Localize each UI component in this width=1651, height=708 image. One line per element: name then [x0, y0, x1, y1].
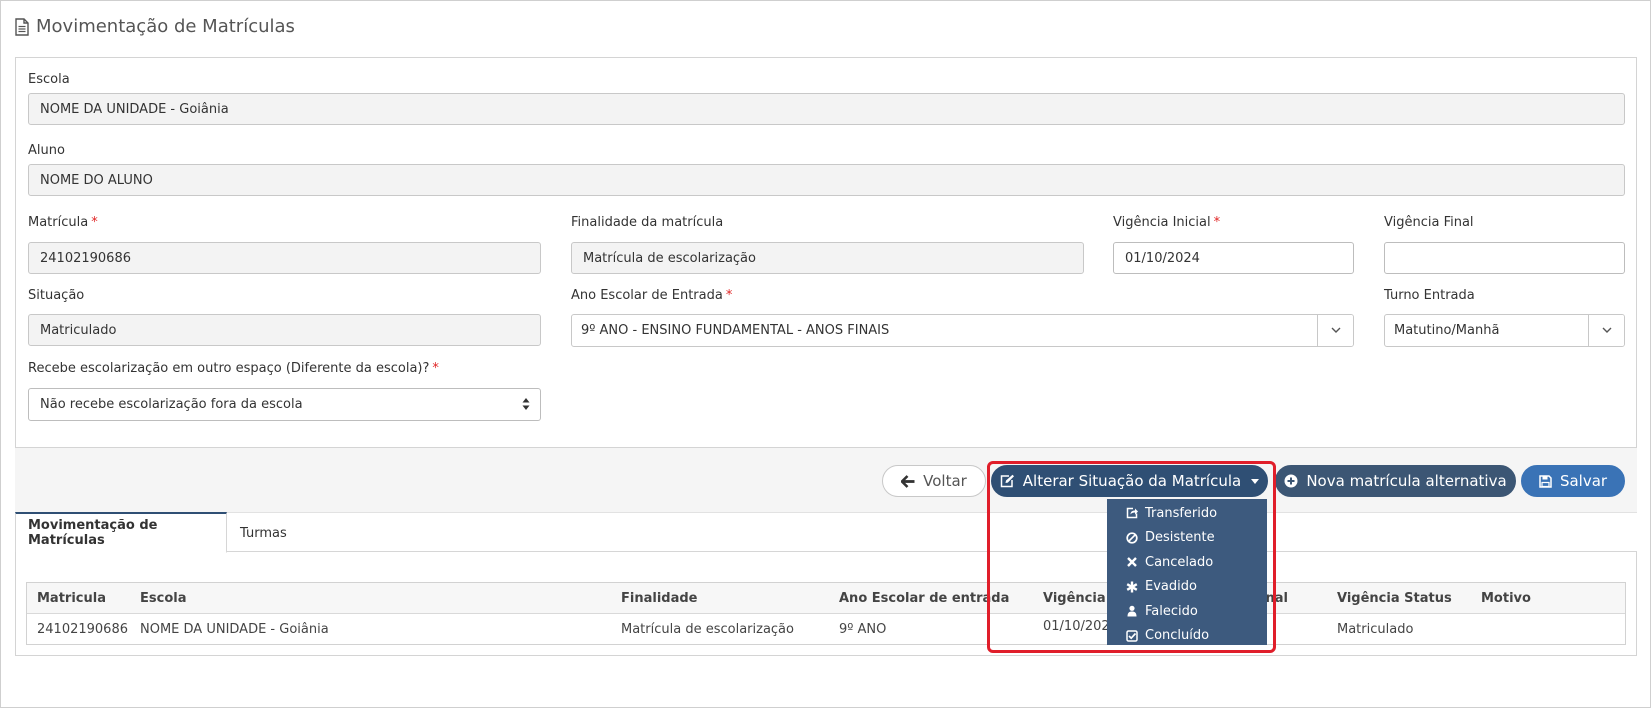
th-ano-escolar: Ano Escolar de entrada — [839, 591, 1010, 606]
menu-item-falecido[interactable]: Falecido — [1107, 599, 1267, 624]
menu-item-concluido[interactable]: Concluído — [1107, 624, 1267, 649]
outro-espaco-select[interactable]: Não recebe escolarização fora da escola — [28, 388, 541, 421]
times-icon — [1127, 557, 1137, 568]
plus-circle-icon — [1284, 474, 1298, 488]
tab-movimentacao[interactable]: Movimentação de Matrículas — [15, 512, 227, 553]
th-matricula: Matricula — [37, 591, 106, 606]
aluno-label: Aluno — [28, 143, 65, 158]
user-icon — [1127, 605, 1137, 617]
vigencia-inicial-label: Vigência Inicial * — [1113, 215, 1221, 230]
finalidade-label: Finalidade da matrícula — [571, 215, 724, 230]
matricula-label: Matrícula * — [28, 215, 98, 230]
matriculas-table: Matricula Escola Finalidade Ano Escolar … — [26, 582, 1626, 645]
th-finalidade: Finalidade — [621, 591, 698, 606]
ban-icon — [1126, 532, 1138, 544]
finalidade-field: Matrícula de escolarização — [571, 242, 1084, 274]
salvar-button[interactable]: Salvar — [1521, 465, 1625, 497]
sort-icon — [522, 398, 530, 410]
voltar-button[interactable]: Voltar — [882, 465, 986, 497]
vigencia-final-label: Vigência Final — [1384, 215, 1474, 230]
check-square-icon — [1126, 630, 1138, 642]
chevron-down-icon[interactable] — [1588, 315, 1624, 346]
alterar-situacao-button[interactable]: Alterar Situação da Matrícula — [991, 465, 1268, 497]
cell-vigencia-status: Matriculado — [1337, 622, 1414, 637]
turno-label: Turno Entrada — [1384, 288, 1475, 303]
vigencia-inicial-input[interactable]: 01/10/2024 — [1113, 242, 1354, 274]
situacao-label: Situação — [28, 288, 85, 303]
cell-finalidade: Matrícula de escolarização — [621, 622, 794, 637]
edit-icon — [1000, 474, 1014, 488]
escola-label: Escola — [28, 72, 70, 87]
situacao-field: Matriculado — [28, 314, 541, 346]
save-icon — [1539, 474, 1552, 488]
ano-escolar-select[interactable]: 9º ANO - ENSINO FUNDAMENTAL - ANOS FINAI… — [571, 314, 1354, 347]
turno-select[interactable]: Matutino/Manhã — [1384, 314, 1625, 347]
matricula-field: 24102190686 — [28, 242, 541, 274]
cell-escola: NOME DA UNIDADE - Goiânia — [140, 622, 329, 637]
nova-matricula-button[interactable]: Nova matrícula alternativa — [1275, 465, 1516, 497]
menu-item-evadido[interactable]: Evadido — [1107, 575, 1267, 600]
ano-escolar-label: Ano Escolar de Entrada * — [571, 288, 733, 303]
th-escola: Escola — [140, 591, 187, 606]
tabs-bar: Movimentação de Matrículas Turmas — [15, 512, 1637, 553]
escola-field: NOME DA UNIDADE - Goiânia — [28, 93, 1625, 125]
th-vigencia-status: Vigência Status — [1337, 591, 1452, 606]
aluno-field: NOME DO ALUNO — [28, 164, 1625, 196]
table-header: Matricula Escola Finalidade Ano Escolar … — [27, 583, 1625, 614]
situacao-dropdown-menu: Transferido Desistente Cancelado Evadido… — [1107, 499, 1267, 645]
th-motivo: Motivo — [1481, 591, 1531, 606]
page-title-text: Movimentação de Matrículas — [36, 16, 295, 37]
arrow-left-icon — [901, 474, 915, 488]
menu-item-cancelado[interactable]: Cancelado — [1107, 550, 1267, 575]
cell-matricula: 24102190686 — [37, 622, 128, 637]
vigencia-final-input[interactable] — [1384, 242, 1625, 274]
outro-espaco-label: Recebe escolarização em outro espaço (Di… — [28, 361, 439, 376]
cell-ano-escolar: 9º ANO — [839, 622, 887, 637]
chevron-down-icon[interactable] — [1317, 315, 1353, 346]
menu-item-desistente[interactable]: Desistente — [1107, 526, 1267, 551]
menu-item-transferido[interactable]: Transferido — [1107, 501, 1267, 526]
document-icon — [15, 17, 29, 36]
share-icon — [1126, 508, 1138, 519]
form-panel: Escola NOME DA UNIDADE - Goiânia Aluno N… — [15, 57, 1637, 448]
tab-turmas[interactable]: Turmas — [228, 513, 299, 553]
page-title: Movimentação de Matrículas — [14, 16, 295, 37]
asterisk-icon — [1126, 581, 1138, 593]
caret-down-icon — [1251, 478, 1260, 484]
